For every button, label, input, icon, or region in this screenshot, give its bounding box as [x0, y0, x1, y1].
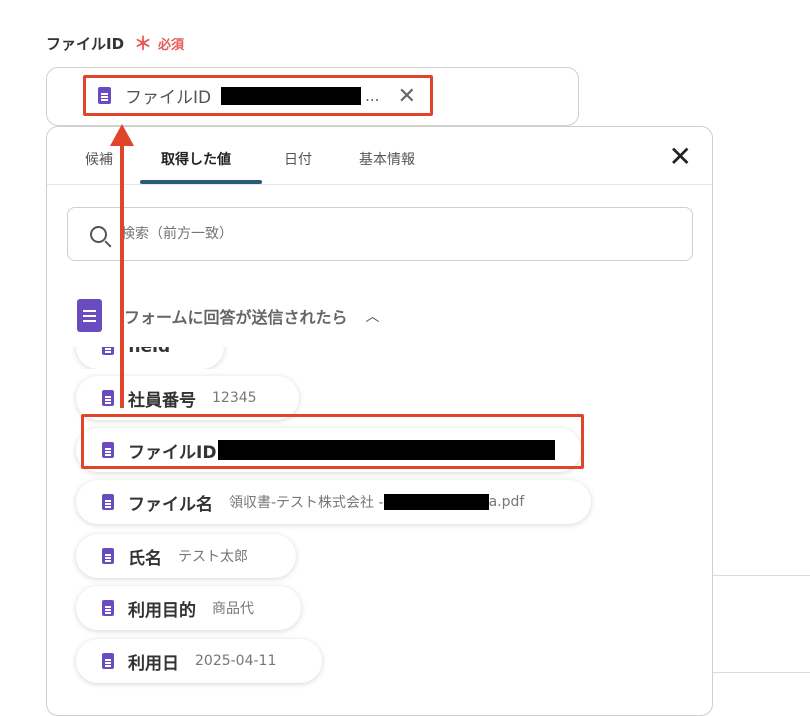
arrow-head: [110, 124, 134, 146]
annotation-arrow: [110, 124, 134, 408]
